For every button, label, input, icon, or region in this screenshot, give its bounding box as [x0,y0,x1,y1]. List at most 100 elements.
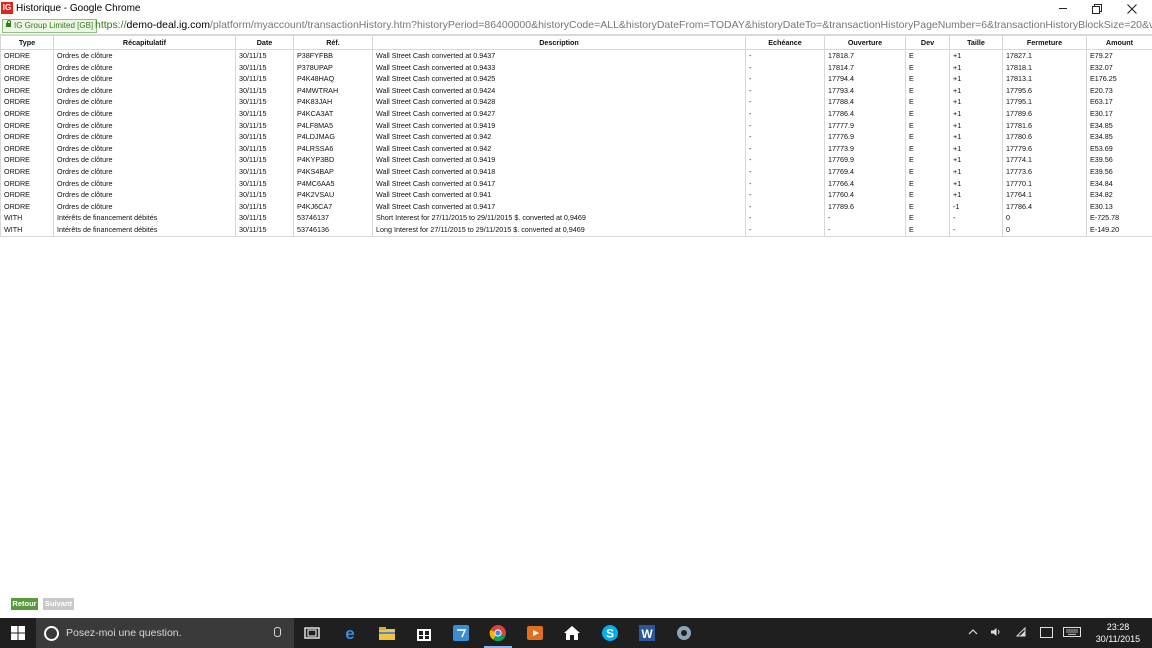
cell-description: Wall Street Cash converted at 0.941 [372,189,746,201]
table-row: ORDRE Ordres de clôture 30/11/15 P38FYFBB Wa… [0,49,1152,62]
windows-logo-icon [11,626,25,640]
svg-text:W: W [641,627,653,641]
search-placeholder: Posez-moi une question. [66,627,182,639]
cell-ref: 53746136 [293,223,373,237]
cell-ref: P4MC6AA5 [293,177,373,190]
cell-description: Wall Street Cash converted at 0.9428 [372,96,746,108]
microphone-icon[interactable] [274,627,281,637]
chrome-icon[interactable] [488,623,508,643]
column-header-currency[interactable]: Dev [905,35,950,50]
cell-amount: E63.17 [1086,96,1152,108]
cell-opening: 17766.4 [824,177,906,190]
cortana-search-box[interactable]: Posez-moi une question. [36,618,294,648]
cell-opening: 17789.6 [824,200,906,213]
back-button[interactable]: Retour [11,598,38,610]
cell-opening: 17769.9 [824,154,906,166]
word-icon[interactable]: W [637,623,657,643]
home-icon[interactable] [562,623,582,643]
table-row: ORDRE Ordres de clôture 30/11/15 P4K83JAH Wa… [0,96,1152,108]
table-row: ORDRE Ordres de clôture 30/11/15 P4LF8MA5 Wa… [0,119,1152,132]
cell-currency: E [905,73,950,85]
app-gear-icon[interactable] [674,623,694,643]
url-path: /platform/myaccount/transactionHistory.h… [209,19,1152,31]
cell-ref: P4KS4BAP [293,165,373,178]
cell-description: Wall Street Cash converted at 0.9433 [372,61,746,74]
store-icon[interactable] [414,623,434,643]
cell-closing: 17780.6 [1002,131,1087,143]
column-header-type[interactable]: Type [0,35,54,50]
skype-icon[interactable]: S [600,623,620,643]
address-bar: IG Group Limited [GB] https://demo-deal.… [0,17,1152,35]
cell-ref: P378UPAP [293,61,373,74]
table-header-row: Type Récapitulatif Date Réf. Description… [0,35,1152,50]
column-header-description[interactable]: Description [372,35,746,50]
cell-summary: Intérêts de financement débités [53,212,236,224]
next-button[interactable]: Suivant [43,598,74,610]
column-header-opening[interactable]: Ouverture [824,35,906,50]
app-tile-icon[interactable] [451,623,471,643]
column-header-expiry[interactable]: Echéance [745,35,825,50]
edge-browser-icon[interactable]: e [340,623,360,643]
cell-closing: 17795.6 [1002,84,1087,97]
cell-currency: E [905,61,950,74]
cell-size: +1 [949,119,1003,132]
cell-closing: 17781.6 [1002,119,1087,132]
cell-size: +1 [949,49,1003,62]
cell-summary: Ordres de clôture [53,61,236,74]
cell-currency: E [905,142,950,155]
cell-type: ORDRE [0,61,54,74]
start-button[interactable] [0,618,36,648]
cell-expiry: - [745,49,825,62]
url-field[interactable]: https://demo-deal.ig.com/platform/myacco… [95,19,1152,32]
column-header-amount[interactable]: Amount [1086,35,1152,50]
cell-amount: E30.13 [1086,200,1152,213]
table-row: WITH Intérêts de financement débités 30/11… [0,223,1152,237]
cell-description: Short Interest for 27/11/2015 to 29/11/2… [372,212,746,224]
cell-amount: E53.69 [1086,142,1152,155]
wifi-icon[interactable] [1015,627,1027,637]
action-center-icon[interactable] [1040,627,1053,638]
keyboard-icon[interactable] [1063,627,1081,637]
cell-currency: E [905,107,950,120]
cell-type: ORDRE [0,119,54,132]
cell-size: -1 [949,200,1003,213]
restore-button[interactable] [1080,0,1114,17]
cell-type: ORDRE [0,189,54,201]
cell-summary: Intérêts de financement débités [53,223,236,237]
volume-icon[interactable] [990,627,1002,637]
minimize-button[interactable] [1046,0,1080,17]
column-header-summary[interactable]: Récapitulatif [53,35,236,50]
cell-closing: 17789.6 [1002,107,1087,120]
table-row: ORDRE Ordres de clôture 30/11/15 P4KS4BAP Wa… [0,165,1152,178]
column-header-date[interactable]: Date [235,35,294,50]
chevron-up-icon[interactable] [968,627,978,637]
cell-description: Long Interest for 27/11/2015 to 29/11/20… [372,223,746,237]
cell-amount: E39.56 [1086,165,1152,178]
ev-certificate-badge[interactable]: IG Group Limited [GB] [2,19,98,33]
cell-date: 30/11/15 [235,154,294,166]
column-header-closing[interactable]: Fermeture [1002,35,1087,50]
cell-currency: E [905,84,950,97]
url-host: demo-deal.ig.com [126,19,210,31]
table-row: ORDRE Ordres de clôture 30/11/15 P4KCA3AT Wa… [0,107,1152,120]
cell-amount: E20.73 [1086,84,1152,97]
cell-amount: E34.82 [1086,189,1152,201]
cell-date: 30/11/15 [235,200,294,213]
media-player-icon[interactable] [525,623,545,643]
taskbar-clock[interactable]: 23:28 30/11/2015 [1090,621,1146,645]
cell-description: Wall Street Cash converted at 0.9425 [372,73,746,85]
close-icon [1127,3,1137,14]
cell-summary: Ordres de clôture [53,73,236,85]
cell-expiry: - [745,61,825,74]
column-header-size[interactable]: Taille [949,35,1003,50]
restore-icon [1092,3,1102,14]
close-button[interactable] [1115,0,1149,17]
column-header-ref[interactable]: Réf. [293,35,373,50]
cell-expiry: - [745,189,825,201]
file-explorer-icon[interactable] [377,623,397,643]
task-view-icon[interactable] [302,623,322,643]
cell-expiry: - [745,212,825,224]
ev-certificate-label: IG Group Limited [GB] [14,21,94,30]
cell-date: 30/11/15 [235,177,294,190]
cell-closing: 0 [1002,212,1087,224]
